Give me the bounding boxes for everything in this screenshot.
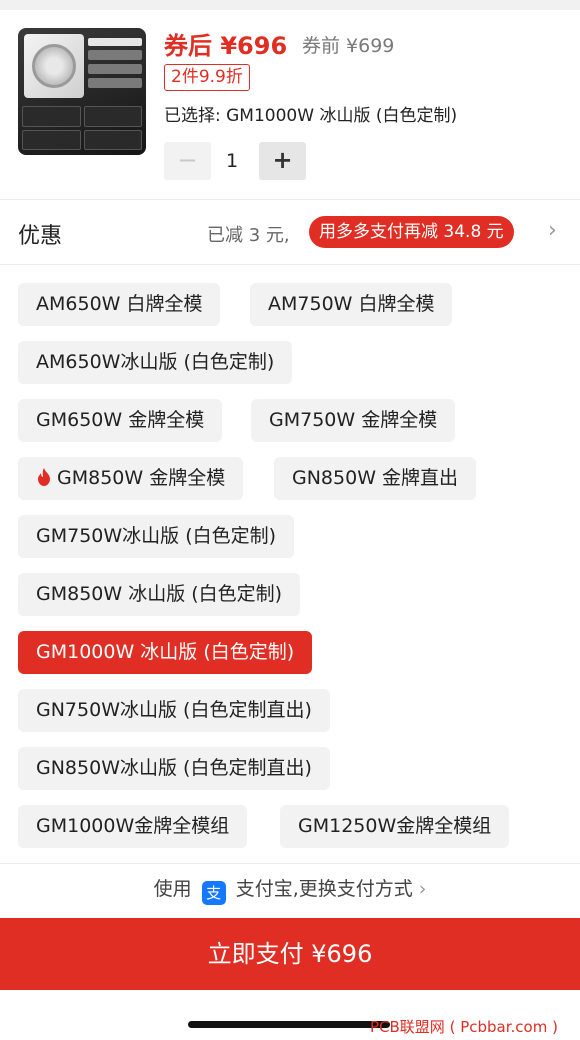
quantity-decrease-button[interactable]: − (164, 142, 211, 180)
thumb-model-label (88, 38, 142, 46)
thumb-spec-row (88, 64, 142, 74)
discount-tag: 2件9.9折 (164, 64, 250, 91)
option-gm1250w-gold-modular[interactable]: GM1250W金牌全模组 (280, 805, 510, 848)
top-strip (0, 0, 580, 10)
divider (0, 863, 580, 864)
option-am750w-white-full[interactable]: AM750W 白牌全模 (250, 283, 453, 326)
divider (0, 199, 580, 200)
option-gm850w-iceberg[interactable]: GM850W 冰山版 (白色定制) (18, 573, 301, 616)
option-am650w-iceberg[interactable]: AM650W冰山版 (白色定制) (18, 341, 293, 384)
option-gm1000w-gold-modular[interactable]: GM1000W金牌全模组 (18, 805, 248, 848)
option-gm750w-iceberg[interactable]: GM750W冰山版 (白色定制) (18, 515, 295, 558)
payment-method-row[interactable]: 使用 支 支付宝,更换支付方式 › (0, 874, 580, 905)
option-gn850w-iceberg-direct[interactable]: GN850W冰山版 (白色定制直出) (18, 747, 330, 790)
option-gn750w-iceberg-direct[interactable]: GN750W冰山版 (白色定制直出) (18, 689, 330, 732)
price-after-coupon: 券后 ¥696 (164, 32, 288, 60)
price-before-coupon: 券前 ¥699 (302, 35, 395, 57)
option-gn850w-gold-direct[interactable]: GN850W 金牌直出 (274, 457, 477, 500)
thumb-spec-row (88, 78, 142, 88)
option-gm650w-gold-full[interactable]: GM650W 金牌全模 (18, 399, 223, 442)
chevron-right-icon: › (418, 878, 427, 900)
home-indicator[interactable] (188, 1021, 390, 1028)
quantity-increase-button[interactable]: + (259, 142, 306, 180)
quantity-value: 1 (226, 150, 239, 172)
option-gm750w-gold-full[interactable]: GM750W 金牌全模 (251, 399, 456, 442)
chevron-right-icon[interactable]: › (548, 218, 557, 243)
product-thumbnail[interactable] (18, 28, 146, 155)
pay-now-button[interactable]: 立即支付 ¥696 (0, 918, 580, 990)
option-label: GM850W 金牌全模 (57, 467, 226, 489)
divider (0, 264, 580, 265)
use-label: 使用 (153, 878, 192, 900)
thumb-spec-row (88, 50, 142, 60)
promo-badge[interactable]: 用多多支付再减 34.8 元 (309, 216, 514, 248)
selected-variant-text: 已选择: GM1000W 冰山版 (白色定制) (164, 106, 458, 126)
promo-title: 优惠 (18, 224, 63, 249)
promo-reduced-text: 已减 3 元, (207, 225, 290, 246)
option-am650w-white-full[interactable]: AM650W 白牌全模 (18, 283, 221, 326)
option-gm850w-gold-full[interactable]: GM850W 金牌全模 (18, 457, 244, 500)
thumb-feature-grid (22, 106, 142, 150)
watermark: PCB联盟网 ( Pcbbar.com ) (370, 1018, 558, 1036)
fire-icon (38, 468, 50, 486)
payment-method-text: 支付宝,更换支付方式 (235, 878, 413, 900)
order-sheet: 券后 ¥696 券前 ¥699 2件9.9折 已选择: GM1000W 冰山版 … (0, 0, 580, 1040)
fan-graphic (32, 44, 76, 88)
option-gm1000w-iceberg-selected[interactable]: GM1000W 冰山版 (白色定制) (18, 631, 313, 674)
alipay-icon: 支 (201, 881, 226, 905)
